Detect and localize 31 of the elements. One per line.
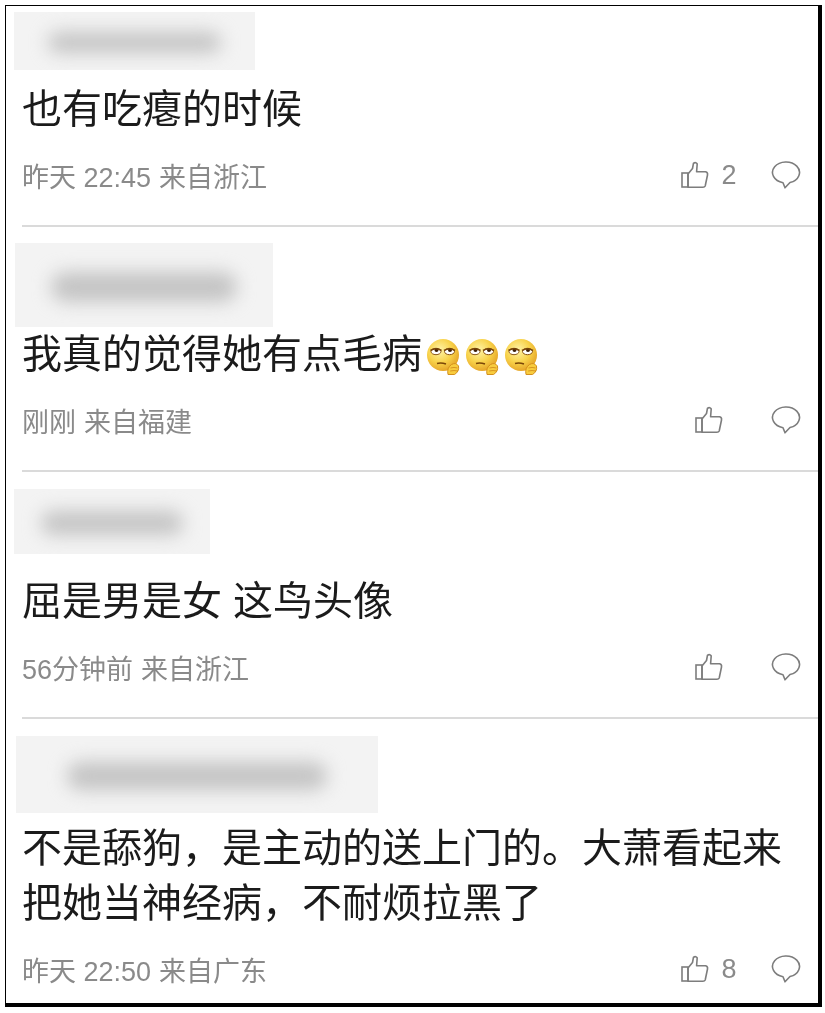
comment-time: 56分钟前 [22, 653, 134, 687]
speech-bubble-icon [771, 653, 802, 681]
thumbs-up-icon [681, 161, 710, 189]
comment-time: 刚刚 [22, 406, 76, 440]
emoji-icon [465, 338, 500, 376]
reply-button[interactable] [771, 653, 802, 681]
like-button[interactable] [695, 651, 723, 683]
emoji-icon [504, 338, 539, 376]
speech-bubble-icon [771, 955, 802, 983]
comment-text: 不是舔狗，是主动的送上门的。大萧看起来把她当神经病，不耐烦拉黑了 [22, 826, 782, 925]
reply-button[interactable] [771, 955, 802, 983]
comment-text: 屈是男是女 这鸟头像 [22, 579, 394, 623]
thumbs-up-icon [681, 955, 710, 983]
comment-text: 我真的觉得她有点毛病 [22, 332, 422, 376]
comment-location: 来自浙江 [141, 653, 250, 687]
comment-time: 昨天 22:50 [22, 955, 152, 989]
speech-bubble-icon [771, 406, 802, 434]
thumbs-up-icon [695, 653, 723, 681]
reply-button[interactable] [771, 406, 802, 434]
comment-location: 来自福建 [84, 406, 192, 440]
comment-text: 也有吃瘪的时候 [22, 87, 302, 131]
comment-location: 来自浙江 [159, 161, 268, 195]
comment-time: 昨天 22:45 [22, 161, 152, 195]
reply-button[interactable] [771, 161, 802, 189]
like-button[interactable] [695, 404, 723, 436]
comment-location: 来自广东 [159, 955, 268, 989]
speech-bubble-icon [771, 161, 802, 189]
like-button[interactable]: 2 [681, 159, 737, 191]
like-button[interactable]: 8 [681, 953, 737, 985]
emoji-icon [426, 338, 461, 376]
thumbs-up-icon [695, 406, 723, 434]
